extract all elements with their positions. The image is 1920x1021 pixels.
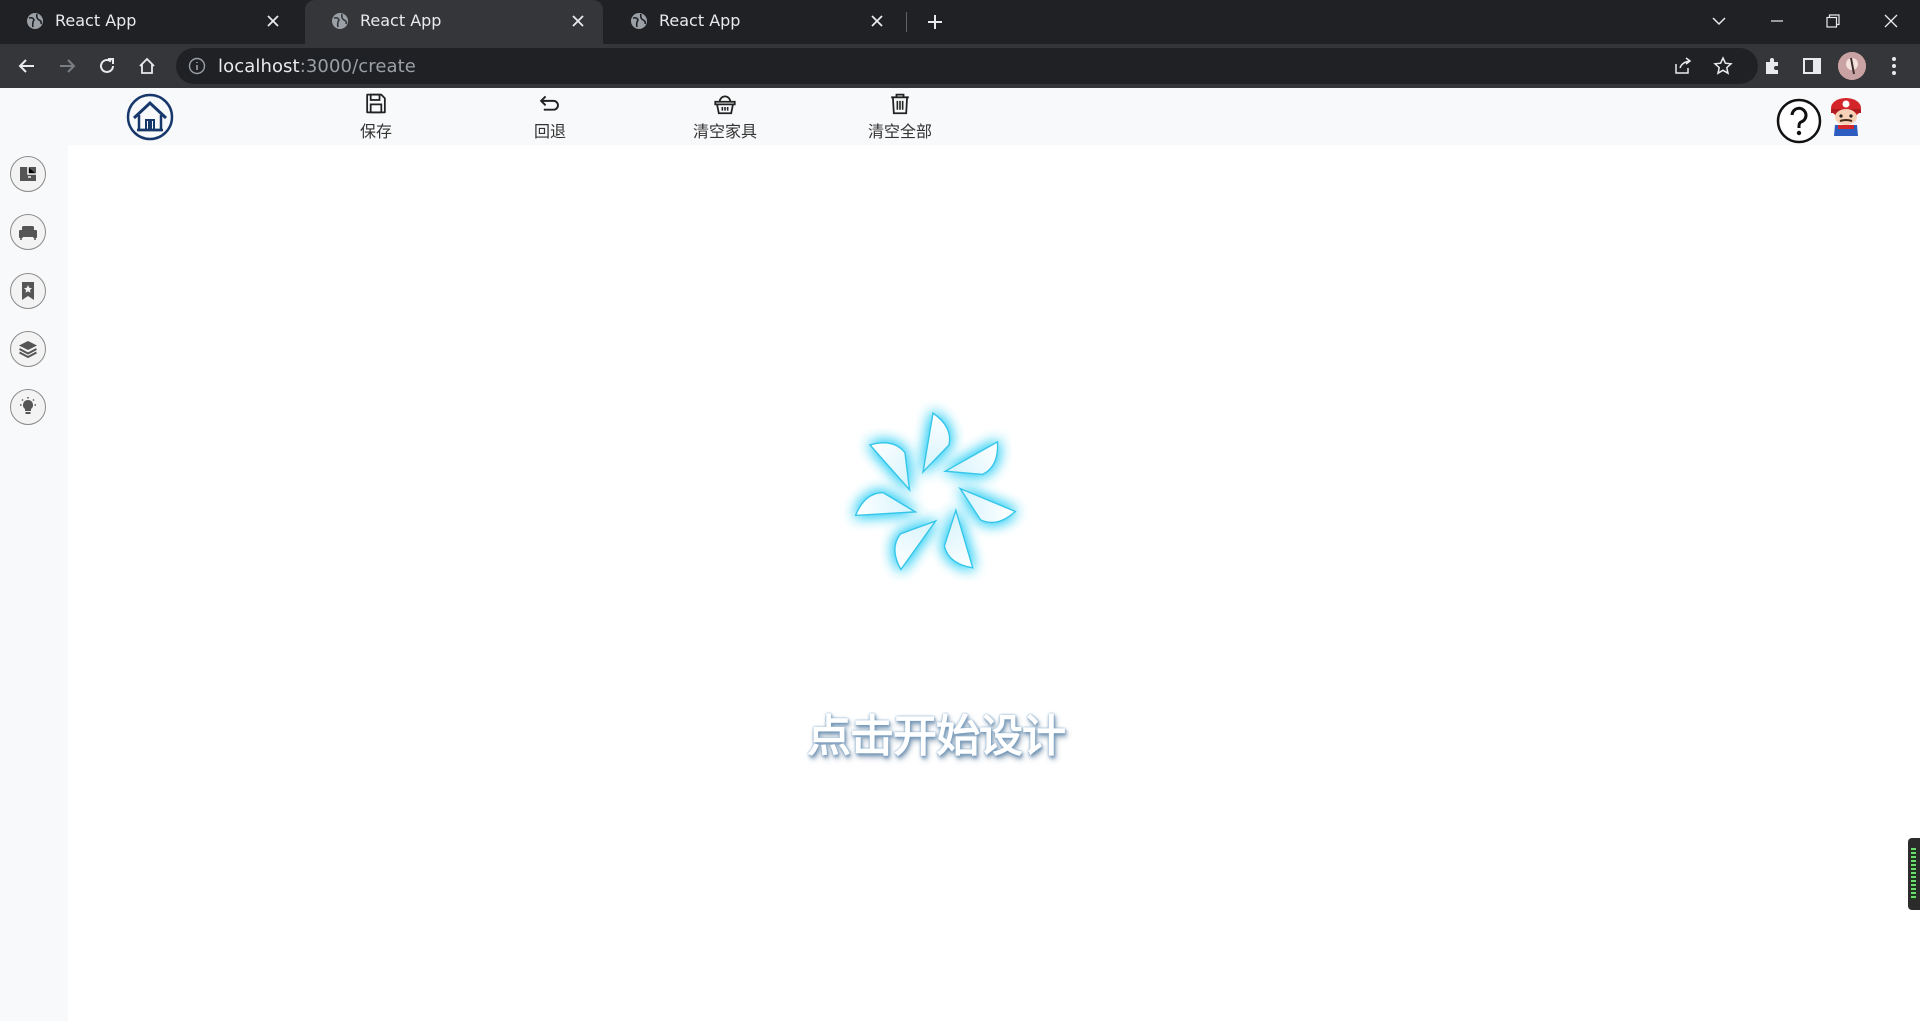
bookmark-star-icon[interactable] xyxy=(1712,55,1734,77)
save-icon xyxy=(366,93,386,114)
share-icon[interactable] xyxy=(1672,55,1694,77)
sofa-icon xyxy=(19,226,37,240)
forward-icon[interactable] xyxy=(53,52,81,80)
help-icon[interactable] xyxy=(1776,98,1822,144)
home-icon[interactable] xyxy=(133,52,161,80)
globe-icon xyxy=(332,13,348,29)
globe-icon xyxy=(27,13,43,29)
level-meter xyxy=(1911,848,1916,900)
clear-furniture-button[interactable]: 清空家具 xyxy=(665,92,785,142)
home-logo-icon[interactable] xyxy=(126,93,174,141)
sidebar-item-furniture[interactable] xyxy=(10,214,46,250)
left-sidebar xyxy=(0,145,68,1021)
floating-meter-widget[interactable] xyxy=(1908,838,1920,910)
tab-title: React App xyxy=(55,11,137,30)
undo-icon xyxy=(539,95,559,111)
browser-tab-2[interactable]: React App xyxy=(305,0,603,44)
user-avatar[interactable] xyxy=(1828,96,1864,138)
tab-separator xyxy=(906,12,907,32)
globe-icon xyxy=(631,13,647,29)
tab-title: React App xyxy=(659,11,741,30)
trash-icon xyxy=(891,93,909,115)
new-tab-icon[interactable] xyxy=(922,9,948,35)
side-panel-icon[interactable] xyxy=(1798,52,1826,80)
clear-all-label: 清空全部 xyxy=(867,122,932,141)
back-icon[interactable] xyxy=(13,52,41,80)
url-path: :3000/create xyxy=(299,56,416,77)
sidebar-item-layers[interactable] xyxy=(10,331,46,367)
browser-tab-bar: React App React App React App xyxy=(0,0,1920,44)
url-text[interactable]: localhost:3000/create xyxy=(218,56,416,77)
extensions-icon[interactable] xyxy=(1758,52,1786,80)
tab-title: React App xyxy=(360,11,442,30)
save-label: 保存 xyxy=(359,122,392,141)
close-tab-icon[interactable] xyxy=(866,10,888,32)
undo-label: 回退 xyxy=(533,122,566,141)
floorplan-icon xyxy=(20,167,36,181)
site-info-icon[interactable] xyxy=(188,57,206,75)
undo-button[interactable]: 回退 xyxy=(490,92,610,142)
close-tab-icon[interactable] xyxy=(567,10,589,32)
start-design-label[interactable]: 点击开始设计 xyxy=(803,700,1069,764)
clear-furniture-label: 清空家具 xyxy=(692,122,757,141)
sidebar-item-favorites[interactable] xyxy=(10,273,46,309)
save-button[interactable]: 保存 xyxy=(316,92,436,142)
address-bar[interactable]: localhost:3000/create xyxy=(176,48,1758,84)
clear-all-button[interactable]: 清空全部 xyxy=(840,92,960,142)
browser-tab-3[interactable]: React App xyxy=(604,0,902,44)
minimize-icon[interactable] xyxy=(1762,6,1792,36)
profile-avatar[interactable] xyxy=(1838,52,1866,80)
sidebar-item-floorplan[interactable] xyxy=(10,156,46,192)
close-window-icon[interactable] xyxy=(1876,6,1906,36)
basket-icon xyxy=(714,95,736,115)
lightbulb-icon xyxy=(20,397,36,414)
restore-icon[interactable] xyxy=(1818,6,1848,36)
browser-tab-1[interactable]: React App xyxy=(0,0,298,44)
layers-icon xyxy=(19,341,37,359)
tab-search-icon[interactable] xyxy=(1704,6,1734,36)
sidebar-item-lighting[interactable] xyxy=(10,389,46,425)
more-options-icon[interactable] xyxy=(1880,52,1908,80)
reload-icon[interactable] xyxy=(93,52,121,80)
browser-toolbar: localhost:3000/create xyxy=(0,44,1920,88)
pinwheel-start-icon[interactable] xyxy=(795,355,1075,635)
url-host: localhost xyxy=(218,56,300,77)
app-header: 保存 回退 清空家具 清空全部 xyxy=(0,88,1920,145)
bookmark-star-icon xyxy=(22,282,34,300)
close-tab-icon[interactable] xyxy=(262,10,284,32)
